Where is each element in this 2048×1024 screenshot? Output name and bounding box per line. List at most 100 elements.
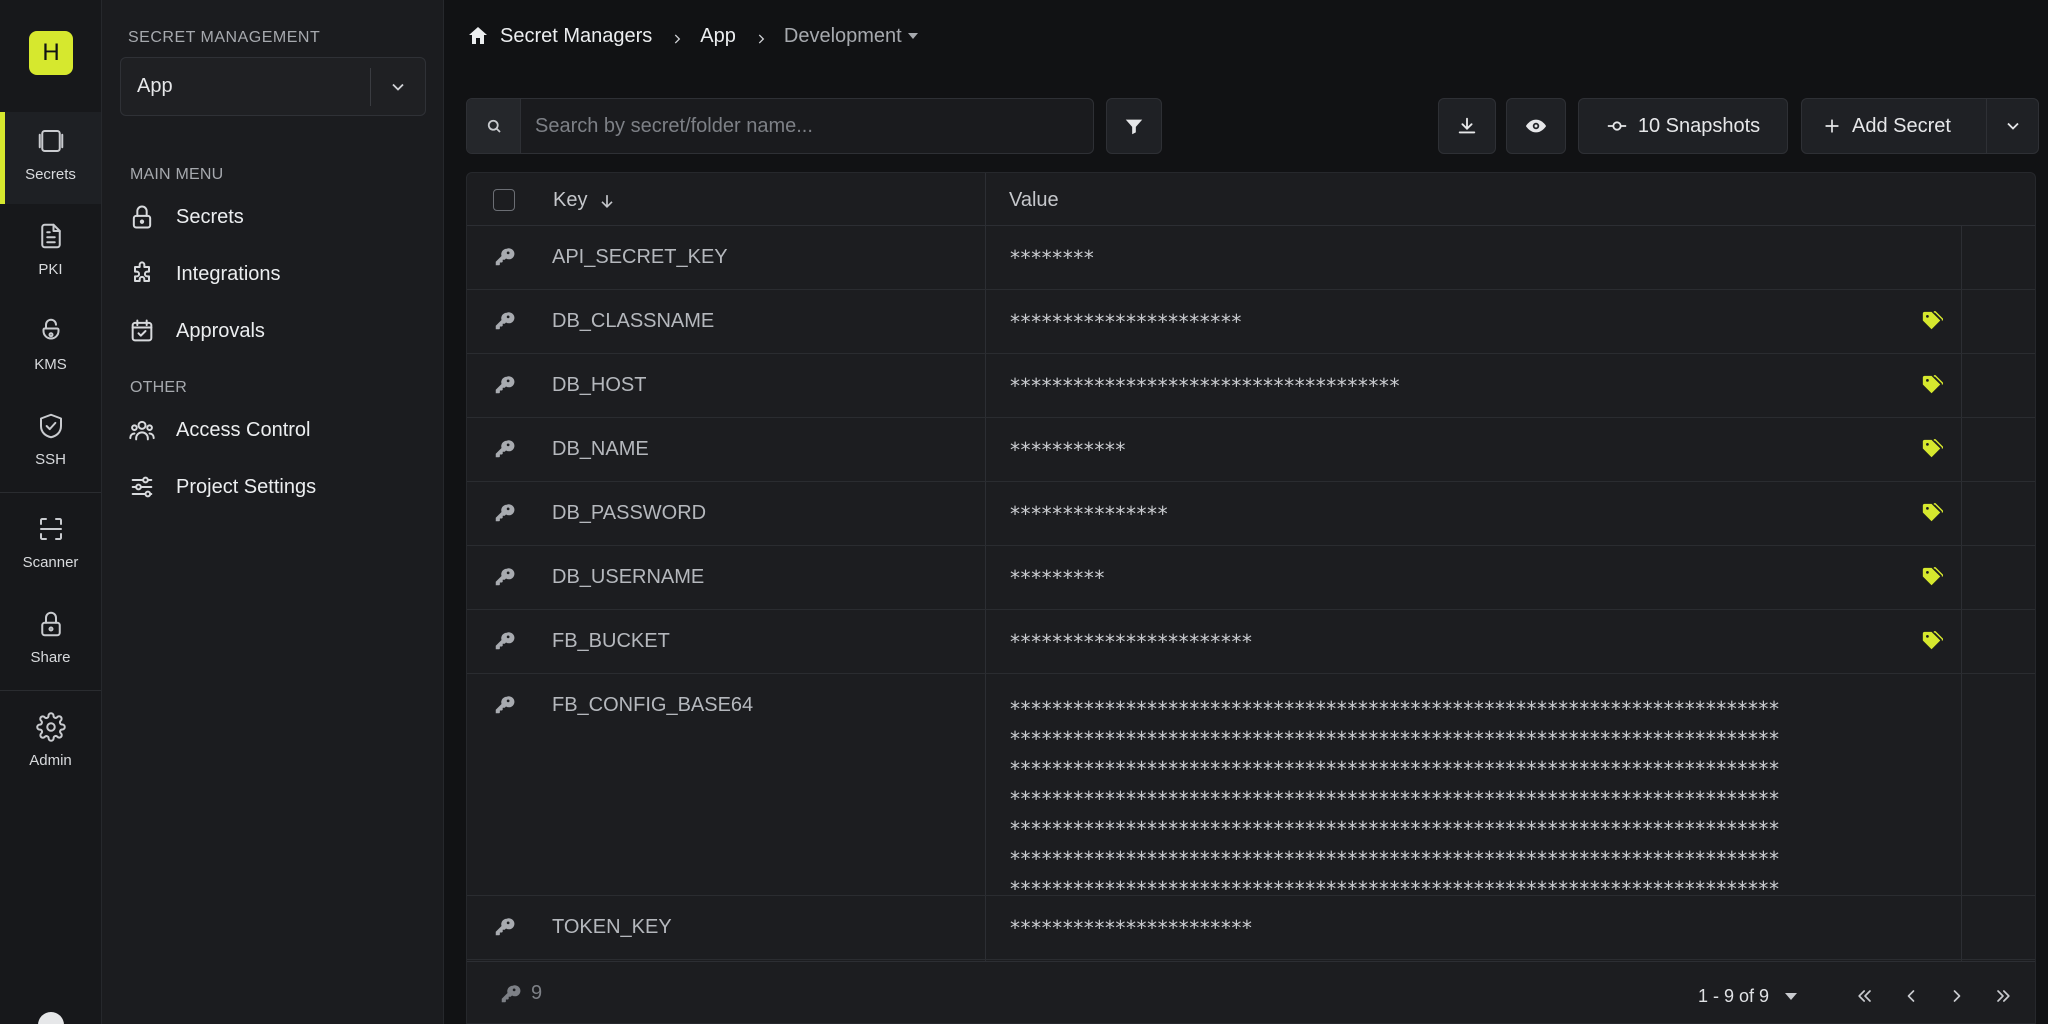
- secret-count: 9: [499, 982, 542, 1005]
- sidebar-item-label: Secrets: [176, 205, 244, 228]
- last-page-button[interactable]: [1987, 980, 2019, 1012]
- table-row[interactable]: FB_CONFIG_BASE64 ************************…: [467, 674, 2035, 901]
- key-icon: [493, 916, 517, 940]
- rail-label: PKI: [38, 261, 63, 278]
- secret-key-name[interactable]: DB_PASSWORD: [552, 502, 706, 525]
- reveal-values-button[interactable]: [1506, 98, 1566, 154]
- table-row[interactable]: API_SECRET_KEY ********: [467, 226, 2035, 290]
- add-secret-button[interactable]: Add Secret: [1802, 99, 1986, 153]
- shield-check-icon: [39, 413, 62, 439]
- sidebar-heading: SECRET MANAGEMENT: [128, 29, 321, 46]
- key-column-header[interactable]: Key: [553, 189, 617, 212]
- table-row[interactable]: DB_HOST *********************************…: [467, 354, 2035, 418]
- secret-value[interactable]: ****************************************…: [1009, 694, 1921, 904]
- sidebar-item-project-settings[interactable]: Project Settings: [128, 465, 428, 509]
- sidebar-item-integrations[interactable]: Integrations: [128, 252, 428, 296]
- secret-value[interactable]: **********************: [1009, 310, 1242, 334]
- secret-key-name[interactable]: FB_CONFIG_BASE64: [552, 694, 753, 717]
- secret-key-name[interactable]: FB_BUCKET: [552, 630, 670, 653]
- rail-item-ssh[interactable]: SSH: [0, 397, 101, 489]
- tag-icon[interactable]: [1921, 374, 1945, 398]
- download-button[interactable]: [1438, 98, 1496, 154]
- key-icon: [493, 630, 517, 654]
- breadcrumb: Secret Managers App Development: [466, 20, 918, 52]
- filter-button[interactable]: [1106, 98, 1162, 154]
- secret-key-name[interactable]: DB_CLASSNAME: [552, 310, 714, 333]
- key-icon: [493, 694, 517, 718]
- key-icon: [493, 246, 517, 270]
- users-icon: [129, 420, 155, 441]
- puzzle-icon: [134, 261, 150, 282]
- secret-value[interactable]: ***********: [1009, 438, 1126, 462]
- snapshots-button[interactable]: 10 Snapshots: [1578, 98, 1788, 154]
- value-column-header: Value: [1009, 189, 1059, 211]
- caret-down-icon: [907, 33, 918, 39]
- select-all-checkbox[interactable]: [493, 189, 515, 211]
- tag-icon[interactable]: [1921, 502, 1945, 526]
- table-row[interactable]: DB_USERNAME *********: [467, 546, 2035, 610]
- page-size-dropdown[interactable]: [1785, 992, 1797, 1000]
- first-page-button[interactable]: [1849, 980, 1881, 1012]
- search-input[interactable]: [521, 99, 1093, 153]
- rail-item-secrets[interactable]: Secrets: [0, 112, 101, 204]
- org-avatar[interactable]: H: [29, 31, 73, 75]
- calendar-check-icon: [131, 319, 153, 342]
- secret-key-name[interactable]: DB_NAME: [552, 438, 649, 461]
- sidebar-item-approvals[interactable]: Approvals: [128, 309, 428, 353]
- main-menu-label: MAIN MENU: [130, 166, 224, 183]
- tag-icon[interactable]: [1921, 310, 1945, 334]
- previous-page-button[interactable]: [1895, 980, 1927, 1012]
- add-secret-label: Add Secret: [1852, 114, 1951, 137]
- next-page-button[interactable]: [1941, 980, 1973, 1012]
- scan-icon: [39, 518, 62, 540]
- rail-item-kms[interactable]: KMS: [0, 302, 101, 394]
- environment-dropdown[interactable]: Development: [784, 25, 918, 48]
- secret-value[interactable]: ***********************: [1009, 916, 1253, 940]
- chevron-down-icon[interactable]: [371, 77, 425, 97]
- tag-icon[interactable]: [1921, 630, 1945, 654]
- secret-value[interactable]: *************************************: [1009, 374, 1401, 398]
- download-icon: [1458, 117, 1476, 134]
- table-footer: 9 1 - 9 of 9: [467, 961, 2035, 1024]
- add-secret-options-button[interactable]: [1987, 99, 2038, 153]
- table-row[interactable]: TOKEN_KEY ***********************: [467, 896, 2035, 960]
- tag-icon[interactable]: [1921, 438, 1945, 462]
- rail-item-admin[interactable]: Admin: [0, 698, 101, 790]
- project-select[interactable]: App: [120, 57, 426, 116]
- sliders-icon: [131, 476, 153, 498]
- table-row[interactable]: DB_CLASSNAME **********************: [467, 290, 2035, 354]
- commit-icon: [1607, 121, 1626, 131]
- secrets-table: Key Value API_SECRET_KEY ******** DB_CLASS…: [466, 172, 2036, 1024]
- secret-value[interactable]: *********: [1009, 566, 1105, 590]
- sidebar-item-secrets[interactable]: Secrets: [128, 195, 428, 239]
- breadcrumb-project[interactable]: App: [700, 25, 736, 48]
- user-avatar[interactable]: [38, 1012, 64, 1024]
- tag-icon[interactable]: [1921, 566, 1945, 590]
- secret-key-name[interactable]: DB_USERNAME: [552, 566, 704, 589]
- home-icon[interactable]: [466, 24, 490, 48]
- breadcrumb-secret-managers[interactable]: Secret Managers: [500, 25, 652, 48]
- chevron-right-icon: [1953, 990, 1961, 1002]
- arrow-down-icon: [601, 194, 614, 208]
- search-icon: [467, 99, 521, 153]
- icon-rail: H Secrets PKI KMS SSH Scanner Share Admi…: [0, 0, 102, 1024]
- sidebar-item-access-control[interactable]: Access Control: [128, 408, 428, 452]
- secret-key-name[interactable]: DB_HOST: [552, 374, 646, 397]
- main-content: Secret Managers App Development Search b…: [444, 0, 2048, 1024]
- table-row[interactable]: DB_PASSWORD ***************: [467, 482, 2035, 546]
- secret-value[interactable]: ********: [1009, 246, 1095, 270]
- chevron-down-icon: [2006, 122, 2019, 130]
- key-header-label: Key: [553, 189, 588, 211]
- sidebar-item-label: Integrations: [176, 262, 281, 285]
- secret-key-name[interactable]: API_SECRET_KEY: [552, 246, 728, 269]
- secret-key-name[interactable]: TOKEN_KEY: [552, 916, 672, 939]
- rail-item-pki[interactable]: PKI: [0, 207, 101, 299]
- secret-value[interactable]: ***********************: [1009, 630, 1253, 654]
- table-row[interactable]: DB_NAME ***********: [467, 418, 2035, 482]
- table-row[interactable]: FB_BUCKET ***********************: [467, 610, 2035, 674]
- rail-item-share[interactable]: Share: [0, 595, 101, 687]
- secret-value[interactable]: ***************: [1009, 502, 1169, 526]
- other-menu-label: OTHER: [130, 379, 187, 396]
- app-root: H Secrets PKI KMS SSH Scanner Share Admi…: [0, 0, 2048, 1024]
- rail-item-scanner[interactable]: Scanner: [0, 500, 101, 592]
